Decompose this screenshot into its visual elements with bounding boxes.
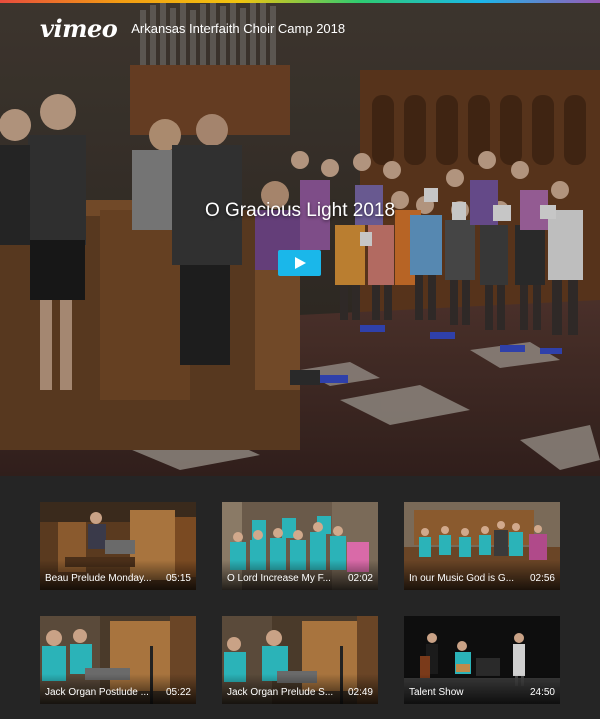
video-thumbnail[interactable]: Jack Organ Prelude S... 02:49 <box>222 616 378 704</box>
video-poster <box>0 0 600 476</box>
top-color-bar <box>0 0 600 3</box>
play-button[interactable] <box>278 250 321 276</box>
video-title[interactable]: O Gracious Light 2018 <box>0 200 600 222</box>
video-player[interactable]: vimeo Arkansas Interfaith Choir Camp 201… <box>0 0 600 476</box>
video-title-label: O Lord Increase My F... <box>227 573 331 584</box>
duration-badge: 05:15 <box>165 573 191 584</box>
play-icon <box>294 257 306 269</box>
video-title-label: Jack Organ Postlude ... <box>45 687 149 698</box>
vimeo-logo[interactable]: vimeo <box>40 14 118 43</box>
video-thumbnail[interactable]: Talent Show 24:50 <box>404 616 560 704</box>
duration-badge: 02:49 <box>347 687 373 698</box>
video-list: Beau Prelude Monday... 05:15 O Lord Incr… <box>0 476 600 719</box>
video-title-label: Jack Organ Prelude S... <box>227 687 334 698</box>
video-title-label: In our Music God is G... <box>409 573 515 584</box>
duration-badge: 02:02 <box>347 573 373 584</box>
video-thumbnail[interactable]: O Lord Increase My F... 02:02 <box>222 502 378 590</box>
video-thumbnail[interactable]: Beau Prelude Monday... 05:15 <box>40 502 196 590</box>
player-header: vimeo Arkansas Interfaith Choir Camp 201… <box>40 14 345 43</box>
duration-badge: 02:56 <box>529 573 555 584</box>
channel-title[interactable]: Arkansas Interfaith Choir Camp 2018 <box>131 21 345 36</box>
duration-badge: 24:50 <box>529 687 555 698</box>
video-title-label: Talent Show <box>409 687 464 698</box>
duration-badge: 05:22 <box>165 687 191 698</box>
video-thumbnail[interactable]: Jack Organ Postlude ... 05:22 <box>40 616 196 704</box>
video-title-label: Beau Prelude Monday... <box>45 573 152 584</box>
video-thumbnail[interactable]: In our Music God is G... 02:56 <box>404 502 560 590</box>
